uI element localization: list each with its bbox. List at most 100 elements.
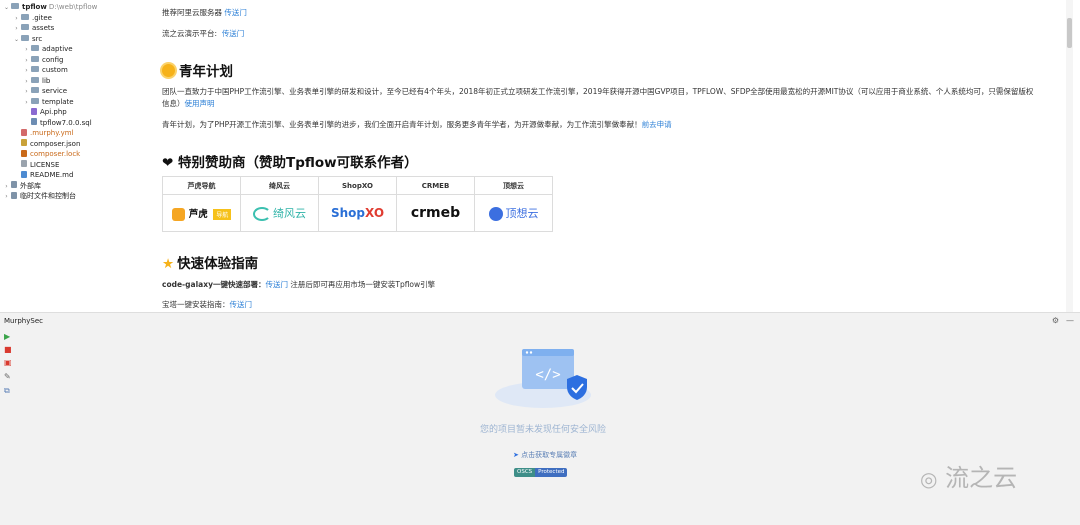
sponsor-logo-shopxo[interactable]: ShopXO <box>318 194 397 232</box>
get-badge-link[interactable]: ➤ 点击获取专属徽章 <box>513 450 577 460</box>
watermark: ◎ 流之云 <box>920 464 1018 492</box>
readme-preview: 推荐阿里云服务器 传送门 流之云演示平台: 传送门 青年计划 团队一直致力于中国… <box>155 0 1073 312</box>
tree-item-label: composer.lock <box>30 150 81 158</box>
sponsor-name: 芦虎导航 <box>162 176 241 195</box>
quick-heading: ★ 快速体验指南 <box>162 256 259 272</box>
qifeng-swirl-icon <box>253 207 271 222</box>
run-icon[interactable]: ▶ <box>4 332 10 341</box>
chevron-right-icon[interactable]: › <box>12 23 21 34</box>
baota-link[interactable]: 传送门 <box>230 300 253 309</box>
sponsor-logo-dingxiang[interactable]: 顶想云 <box>474 194 553 232</box>
tree-item[interactable]: › adaptive <box>22 44 73 55</box>
tree-item[interactable]: README.md <box>12 170 73 181</box>
tree-item-label: template <box>42 97 74 106</box>
tree-item[interactable]: › custom <box>22 65 68 76</box>
tree-item-label: composer.json <box>30 139 81 148</box>
tree-item[interactable]: Api.php <box>22 107 67 118</box>
file-icon <box>21 139 27 146</box>
youth-paragraph-1-end: 信息）使用声明 <box>162 99 215 108</box>
tree-item[interactable]: › assets <box>12 23 54 34</box>
sponsor-name: ShopXO <box>318 176 397 195</box>
scrollbar-thumb[interactable] <box>1067 18 1072 48</box>
tree-item[interactable]: LICENSE <box>12 160 59 171</box>
chevron-down-icon[interactable]: ⌄ <box>2 2 11 13</box>
folder-icon <box>11 3 19 9</box>
tree-item[interactable]: › config <box>22 55 63 66</box>
tree-item[interactable]: composer.json <box>12 139 80 150</box>
chevron-right-icon[interactable]: › <box>22 97 31 108</box>
chevron-right-icon[interactable]: › <box>22 44 31 55</box>
sponsor-logo-luhu[interactable]: 芦虎 导航 <box>162 194 241 232</box>
murphysec-panel: MurphySec ⚙ — ▶ ■ ▣ ✎ ⧉ </> 您的项目暂未发现任何安全风… <box>0 313 1080 525</box>
oscs-badge[interactable]: OSCS Protected <box>514 468 568 477</box>
sponsor-name: CRMEB <box>396 176 475 195</box>
quick-line-1: code-galaxy一键快速部署：传送门 注册后即可再应用市场一键安装Tpfl… <box>162 280 436 289</box>
tree-item[interactable]: .murphy.yml <box>12 128 74 139</box>
tree-item[interactable]: composer.lock <box>12 149 80 160</box>
tree-item[interactable]: ⌄ tpflow D:\web\tpflow <box>2 2 97 13</box>
luhu-logo-tag: 导航 <box>213 208 232 220</box>
folder-icon <box>31 97 39 104</box>
aliyun-line: 推荐阿里云服务器 传送门 <box>162 8 247 17</box>
tree-item[interactable]: › template <box>22 97 74 108</box>
chevron-down-icon[interactable]: ⌄ <box>12 34 21 45</box>
shopxo-logo-b: XO <box>365 206 385 220</box>
folder-icon <box>31 87 39 93</box>
folder-icon <box>31 45 39 51</box>
apply-link[interactable]: 前去申请 <box>642 120 672 129</box>
tree-item-label: config <box>42 55 64 64</box>
wrench-icon[interactable]: ✎ <box>4 372 11 381</box>
gift-icon[interactable]: ▣ <box>4 358 12 367</box>
tree-item[interactable]: tpflow7.0.0.sql <box>22 118 92 129</box>
youth-heading: 青年计划 <box>162 60 233 80</box>
folder-icon <box>21 34 29 41</box>
tree-item[interactable]: › 临时文件和控制台 <box>2 191 76 202</box>
chevron-right-icon[interactable]: › <box>22 55 31 66</box>
dingxiang-icon <box>488 207 503 222</box>
gear-icon[interactable]: ⚙ <box>1052 316 1059 325</box>
usage-statement-link[interactable]: 使用声明 <box>185 99 215 108</box>
sponsor-logo-crmeb[interactable]: crmeb <box>396 194 475 232</box>
chevron-right-icon[interactable]: › <box>22 86 31 97</box>
folder-icon <box>31 66 39 72</box>
tree-item-label: README.md <box>30 171 74 179</box>
layers-icon[interactable]: ⧉ <box>4 386 10 396</box>
stop-icon[interactable]: ■ <box>4 345 12 354</box>
tree-item-label: LICENSE <box>30 160 60 169</box>
wechat-icon: ◎ <box>920 467 938 491</box>
chevron-right-icon[interactable]: › <box>22 76 31 87</box>
chevron-right-icon[interactable]: › <box>22 65 31 76</box>
tree-item-label: lib <box>42 76 51 85</box>
file-icon <box>31 118 37 125</box>
tree-item[interactable]: › .gitee <box>12 13 52 24</box>
aliyun-link[interactable]: 传送门 <box>224 8 247 17</box>
tiger-icon <box>171 207 185 221</box>
youth-paragraph-1: 团队一直致力于中国PHP工作流引擎、业务表单引擎的研发和设计，至今已经有4个年头… <box>162 87 1034 96</box>
quick-line-2: 宝塔一键安装指南：传送门 <box>162 300 253 309</box>
sponsor-logo-qifeng[interactable]: 绮风云 <box>240 194 319 232</box>
sun-icon <box>162 63 175 77</box>
tree-item[interactable]: › service <box>22 86 67 97</box>
minimize-icon[interactable]: — <box>1066 316 1074 325</box>
sponsor-table: 芦虎导航 绮风云 ShopXO CRMEB 顶想云 芦虎 导航 绮风云 Shop… <box>162 176 553 232</box>
tree-item[interactable]: › 外部库 <box>2 181 41 192</box>
heart-icon: ❤ <box>162 155 174 171</box>
chevron-right-icon[interactable]: › <box>12 13 21 24</box>
file-icon <box>21 128 27 136</box>
tree-item[interactable]: ⌄ src <box>12 34 42 45</box>
sponsor-name: 顶想云 <box>474 176 553 195</box>
tree-item[interactable]: › lib <box>22 76 50 87</box>
tree-item-label: .gitee <box>32 13 52 22</box>
chevron-right-icon[interactable]: › <box>2 191 11 202</box>
demo-link[interactable]: 传送门 <box>222 29 245 38</box>
tree-item-label: assets <box>32 24 55 32</box>
sponsor-name: 绮风云 <box>240 176 319 195</box>
file-icon <box>21 149 27 157</box>
chevron-right-icon[interactable]: › <box>2 181 11 192</box>
code-galaxy-link[interactable]: 传送门 <box>265 280 288 289</box>
no-risk-message: 您的项目暂未发现任何安全风险 <box>480 425 607 435</box>
tree-item-label: 临时文件和控制台 <box>20 192 76 200</box>
readme-scrollbar[interactable] <box>1066 0 1073 312</box>
youth-paragraph-2: 青年计划，为了PHP开源工作流引擎、业务表单引擎的进步，我们全面开启青年计划，服… <box>162 120 672 129</box>
qifeng-logo-text: 绮风云 <box>273 206 306 220</box>
